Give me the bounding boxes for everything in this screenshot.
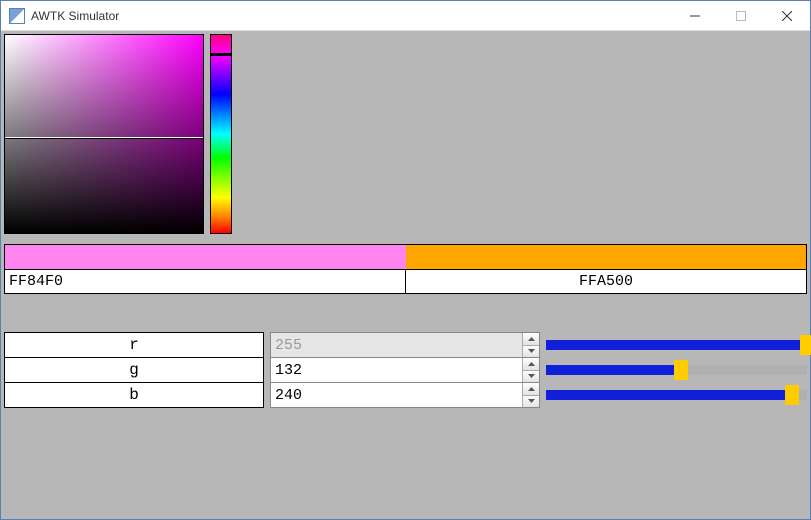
window-title: AWTK Simulator	[31, 9, 119, 23]
swatch-left[interactable]	[5, 245, 406, 269]
hue-marker	[210, 53, 232, 56]
sv-cursor	[5, 137, 203, 139]
swatch-right[interactable]	[406, 245, 807, 269]
hex-row: FF84F0 FFA500	[4, 270, 807, 294]
slider-thumb-r[interactable]	[800, 335, 811, 355]
minimize-button[interactable]	[672, 1, 718, 31]
spin-up-g[interactable]	[523, 358, 539, 371]
hex-right: FFA500	[405, 270, 806, 293]
rgb-slider-r[interactable]	[546, 332, 807, 358]
chevron-down-icon	[528, 399, 535, 403]
minimize-icon	[690, 11, 700, 21]
chevron-up-icon	[528, 362, 535, 366]
rgb-row-g: g	[4, 357, 807, 383]
rgb-input-b[interactable]	[271, 383, 522, 407]
spin-buttons-g	[522, 358, 539, 382]
titlebar: AWTK Simulator	[1, 1, 810, 31]
chevron-up-icon	[528, 337, 535, 341]
app-icon	[9, 8, 25, 24]
close-icon	[782, 11, 792, 21]
rgb-label-g: g	[4, 357, 264, 383]
spin-buttons-b	[522, 383, 539, 407]
rgb-label-b: b	[4, 382, 264, 408]
spin-buttons-r	[522, 333, 539, 357]
chevron-down-icon	[528, 374, 535, 378]
rgb-row-r: r	[4, 332, 807, 358]
close-button[interactable]	[764, 1, 810, 31]
slider-thumb-b[interactable]	[785, 385, 799, 405]
rgb-spin-g[interactable]	[270, 357, 540, 383]
app-window: AWTK Simulator FF84F0 FFA500	[0, 0, 811, 520]
maximize-button[interactable]	[718, 1, 764, 31]
hex-left: FF84F0	[5, 270, 405, 293]
saturation-value-panel[interactable]	[4, 34, 204, 234]
slider-thumb-g[interactable]	[674, 360, 688, 380]
rgb-slider-g[interactable]	[546, 357, 807, 383]
rgb-spin-b[interactable]	[270, 382, 540, 408]
spin-down-g[interactable]	[523, 371, 539, 383]
rgb-input-r	[271, 333, 522, 357]
rgb-input-g[interactable]	[271, 358, 522, 382]
spin-up-b[interactable]	[523, 383, 539, 396]
rgb-label-r: r	[4, 332, 264, 358]
chevron-up-icon	[528, 387, 535, 391]
rgb-row-b: b	[4, 382, 807, 408]
spin-up-r[interactable]	[523, 333, 539, 346]
rgb-spin-r	[270, 332, 540, 358]
spin-down-b[interactable]	[523, 396, 539, 408]
hue-strip[interactable]	[210, 34, 232, 234]
rgb-controls: r g	[4, 332, 807, 408]
client-area: FF84F0 FFA500 r g	[1, 31, 810, 519]
spin-down-r[interactable]	[523, 346, 539, 358]
chevron-down-icon	[528, 349, 535, 353]
color-swatch-bar	[4, 244, 807, 270]
rgb-slider-b[interactable]	[546, 382, 807, 408]
maximize-icon	[736, 11, 746, 21]
